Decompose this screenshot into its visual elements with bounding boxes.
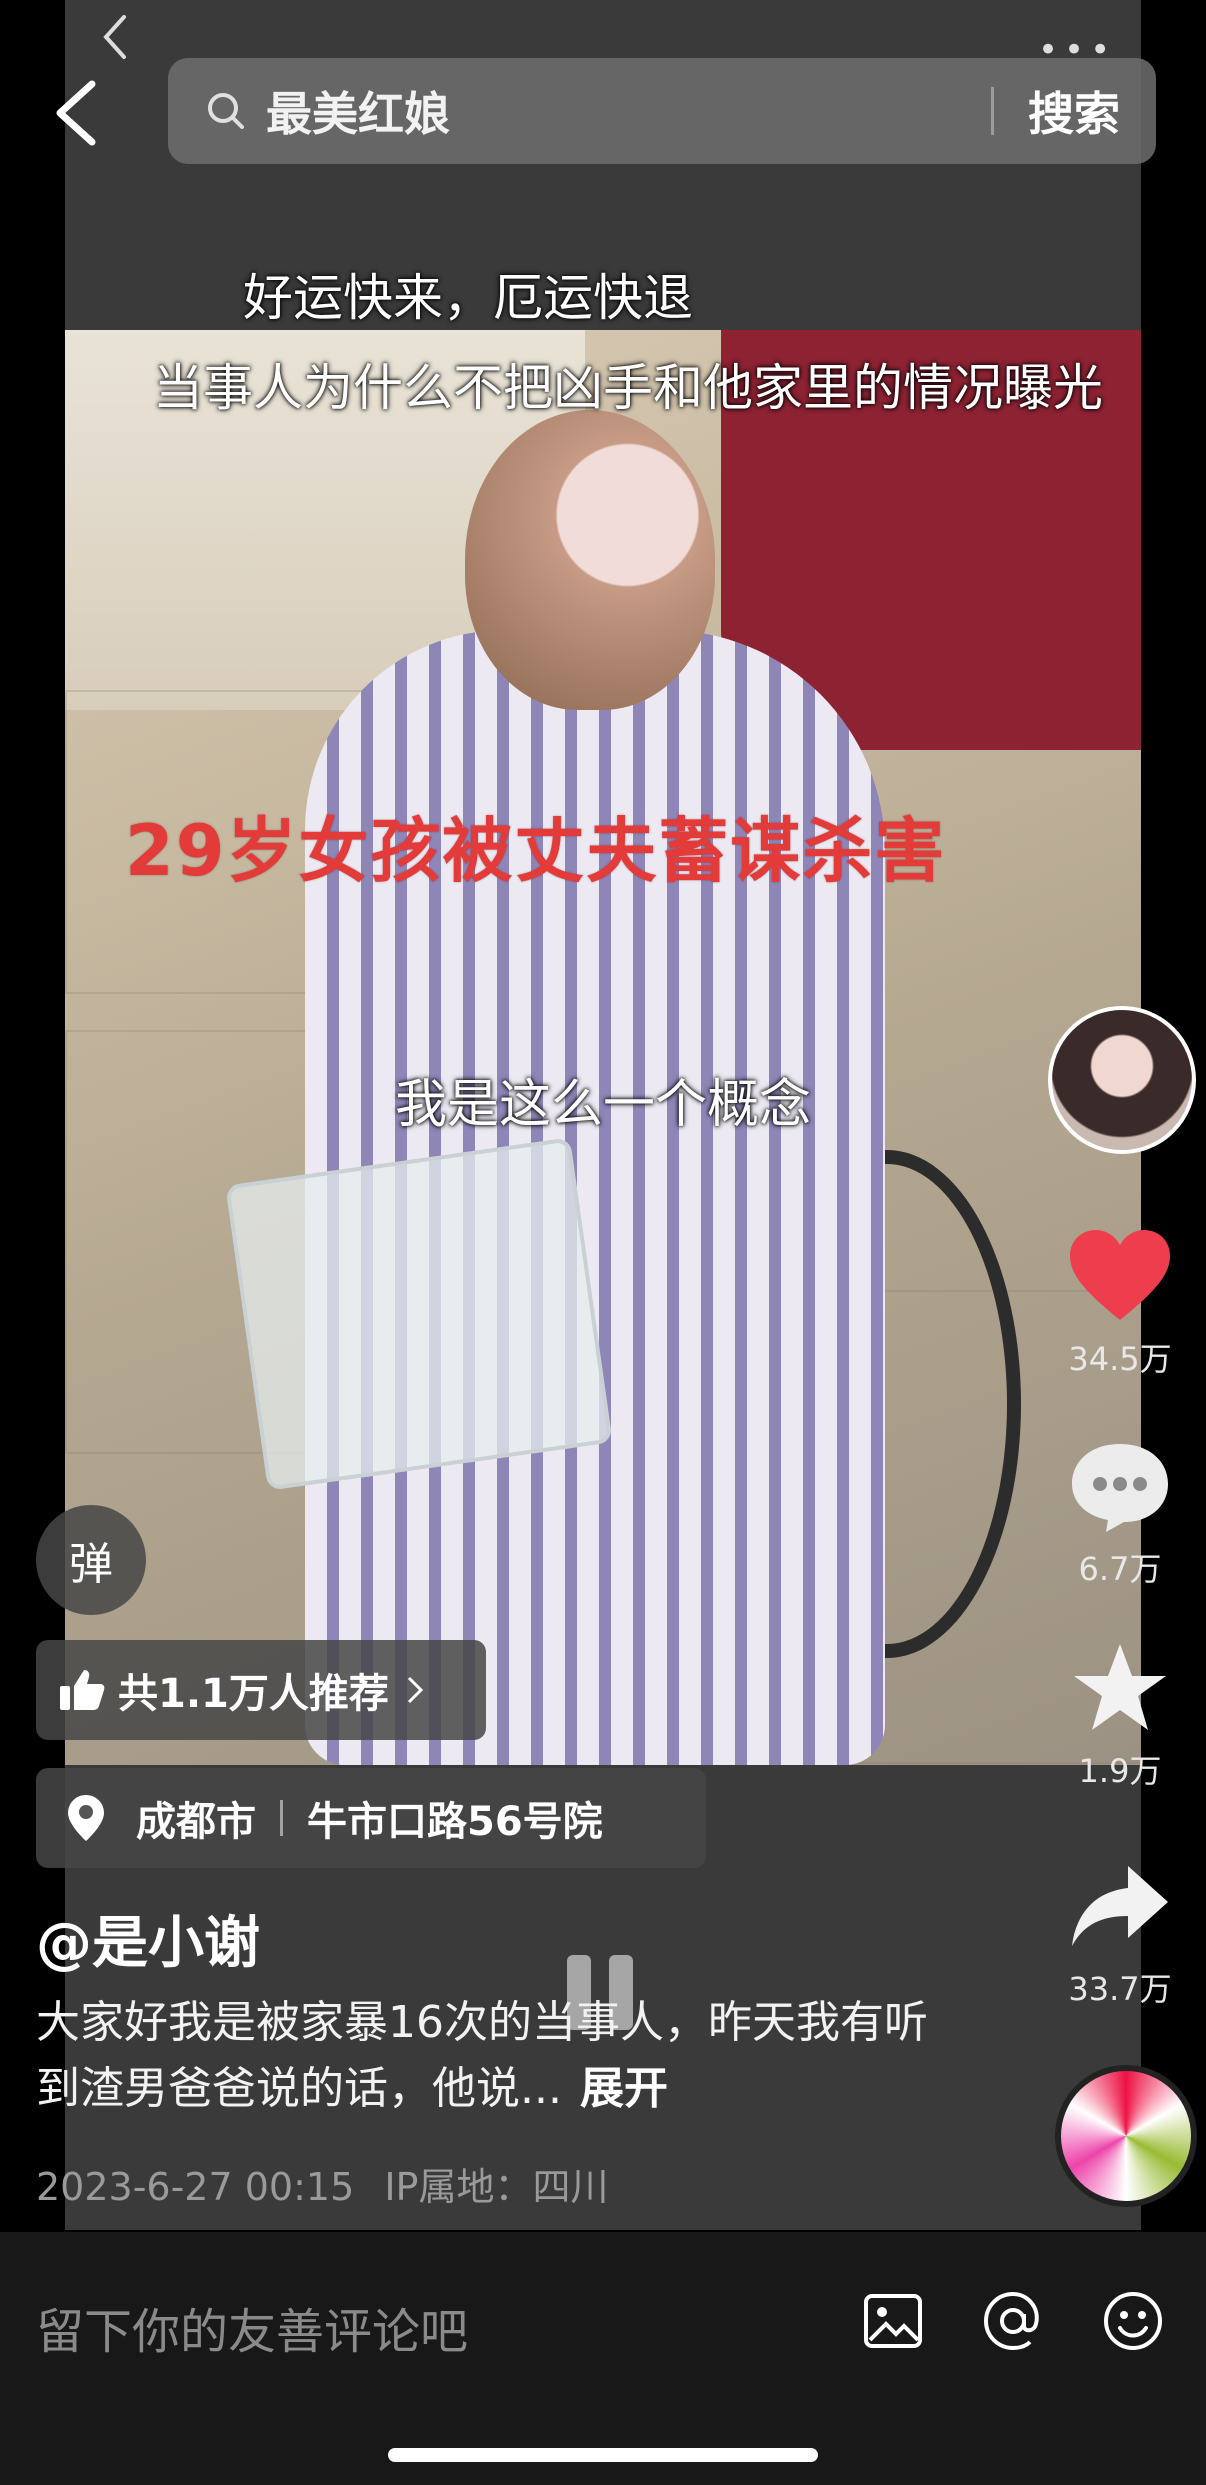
search-divider: [991, 87, 994, 135]
video-caption-top-1: 好运快来，厄运快退: [243, 269, 693, 327]
back-small-icon[interactable]: [100, 12, 130, 62]
emoji-icon[interactable]: [1102, 2290, 1164, 2352]
comment-icon: [1072, 1444, 1168, 1532]
heart-icon: [1070, 1230, 1170, 1320]
comment-count: 6.7万: [1078, 1550, 1162, 1588]
video-frame[interactable]: [65, 330, 1141, 1765]
home-indicator[interactable]: [388, 2448, 818, 2462]
music-disc[interactable]: [1055, 2065, 1197, 2207]
search-button[interactable]: 搜索: [1028, 78, 1120, 144]
like-button[interactable]: 34.5万: [1065, 1228, 1175, 1380]
star-icon: [1074, 1644, 1166, 1730]
post-description: 大家好我是被家暴16次的当事人，昨天我有听到渣男爸爸说的话，他说... 展开: [36, 1990, 936, 2122]
mention-icon[interactable]: [982, 2290, 1044, 2352]
back-icon[interactable]: [48, 78, 108, 148]
author-name[interactable]: @是小谢: [36, 1898, 260, 1979]
like-count: 34.5万: [1068, 1340, 1172, 1378]
thumbs-up-icon: [60, 1670, 105, 1710]
location-pin-icon: [68, 1795, 104, 1841]
post-meta: 2023-6-27 00:15 IP属地：四川: [36, 2156, 608, 2211]
video-subtitle: 我是这么一个概念: [395, 1075, 812, 1135]
recommend-label: 共1.1万人推荐: [118, 1671, 389, 1717]
comment-button[interactable]: 6.7万: [1065, 1438, 1175, 1590]
video-medical-device: [225, 1137, 613, 1491]
search-bar[interactable]: 最美红娘 搜索: [168, 58, 1156, 164]
search-input[interactable]: 最美红娘: [266, 78, 991, 144]
location-city: 成都市: [136, 1799, 256, 1845]
video-caption-top-2: 当事人为什么不把凶手和他家里的情况曝光: [153, 359, 1103, 417]
location-separator: [280, 1800, 283, 1836]
video-title-overlay: 29岁女孩被丈夫蓄谋杀害: [125, 810, 947, 892]
chevron-right-icon: [407, 1676, 423, 1704]
share-icon: [1072, 1866, 1168, 1946]
favorite-count: 1.9万: [1078, 1752, 1162, 1790]
location-pill[interactable]: 成都市 牛市口路56号院: [36, 1768, 706, 1868]
search-icon: [208, 93, 244, 129]
comment-input[interactable]: 留下你的友善评论吧: [36, 2292, 468, 2362]
expand-button[interactable]: 展开: [580, 2063, 668, 2114]
favorite-button[interactable]: 1.9万: [1065, 1640, 1175, 1792]
video-patient-head: [465, 410, 715, 710]
author-avatar[interactable]: [1048, 1006, 1196, 1154]
recommend-pill[interactable]: 共1.1万人推荐: [36, 1640, 486, 1740]
image-icon[interactable]: [862, 2290, 924, 2352]
post-date: 2023-6-27 00:15: [36, 2165, 355, 2209]
post-description-text: 大家好我是被家暴16次的当事人，昨天我有听到渣男爸爸说的话，他说...: [36, 1997, 928, 2114]
post-ip: IP属地：四川: [384, 2165, 609, 2209]
location-place: 牛市口路56号院: [307, 1799, 603, 1845]
share-count: 33.7万: [1068, 1970, 1172, 2008]
danmu-toggle-button[interactable]: 弹: [36, 1505, 146, 1615]
share-button[interactable]: 33.7万: [1065, 1858, 1175, 2010]
